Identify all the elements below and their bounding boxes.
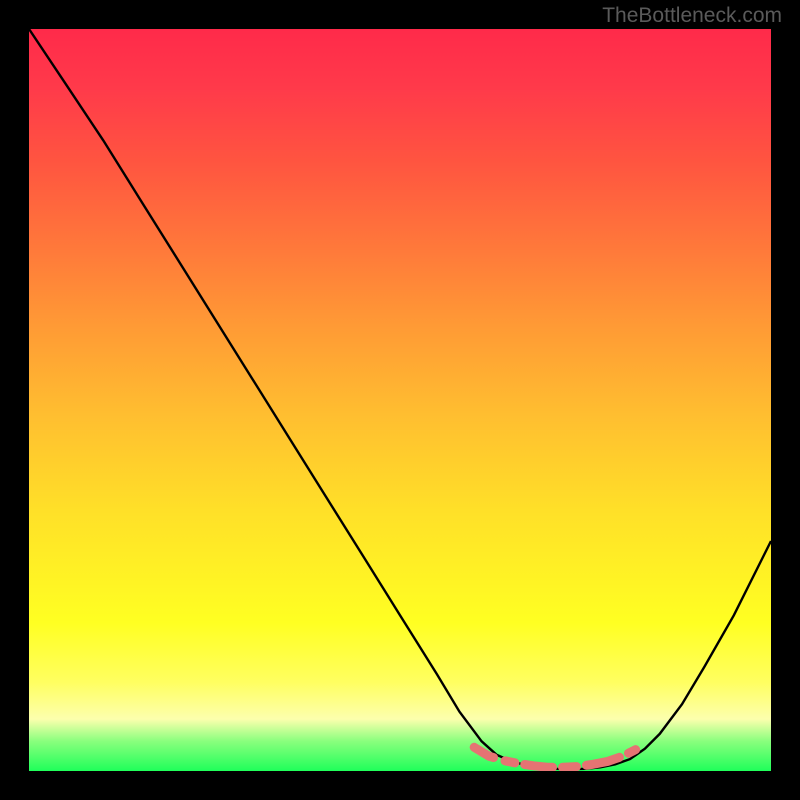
watermark-text: TheBottleneck.com [602,4,782,28]
bottleneck-curve-line [29,29,771,769]
chart-svg [29,29,771,771]
chart-plot-area [29,29,771,771]
optimal-band-line [474,747,637,767]
